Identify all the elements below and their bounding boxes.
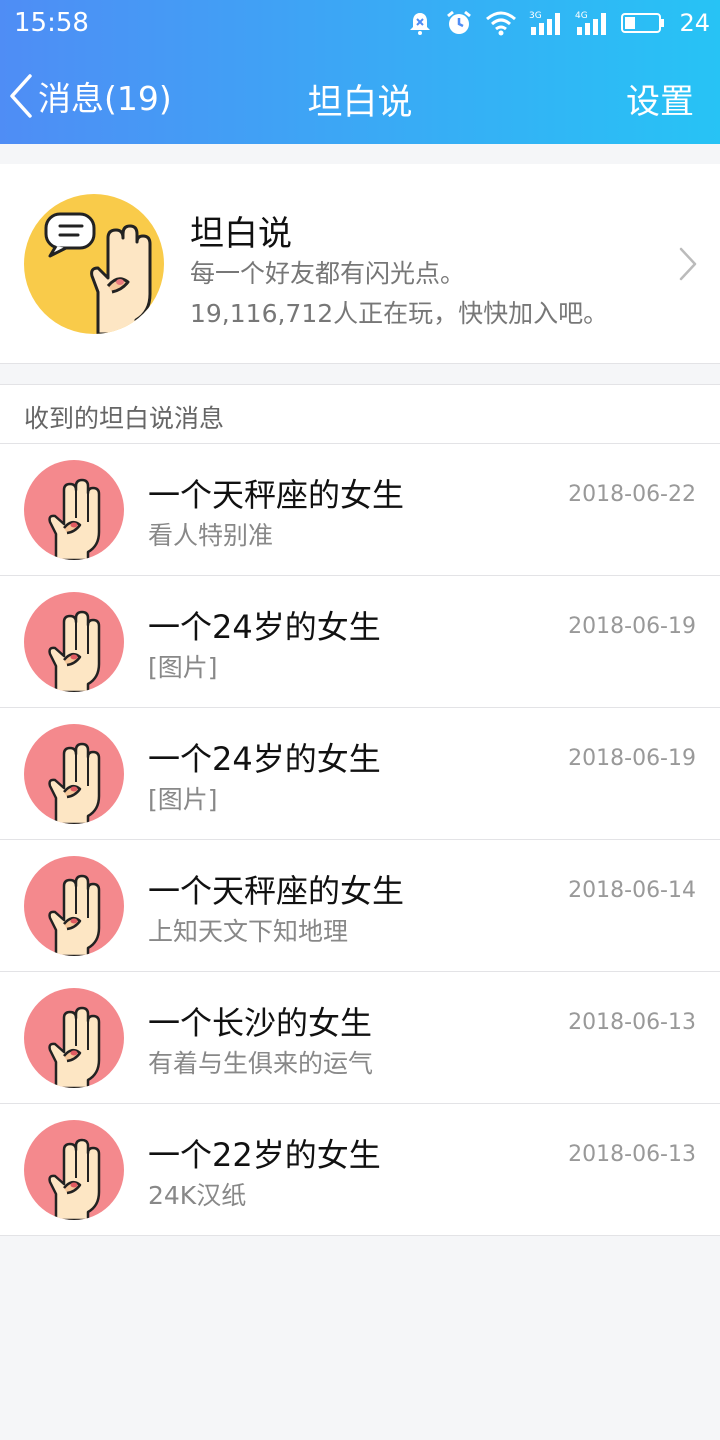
wifi-icon bbox=[486, 11, 517, 36]
chevron-right-icon bbox=[679, 247, 697, 281]
status-bar: 15:58 3G 4G 24 bbox=[0, 0, 720, 48]
message-title: 一个天秤座的女生 bbox=[148, 872, 405, 910]
message-title: 一个24岁的女生 bbox=[148, 608, 381, 646]
message-date: 2018-06-19 bbox=[568, 746, 696, 771]
status-time: 15:58 bbox=[14, 8, 89, 38]
status-icons: 3G 4G 24 bbox=[407, 6, 710, 40]
hand-gesture-icon bbox=[24, 194, 164, 334]
message-preview: 24K汉纸 bbox=[148, 1181, 247, 1210]
intro-player-count: 19,116,712人正在玩，快快加入吧。 bbox=[190, 299, 609, 328]
alarm-clock-icon bbox=[447, 10, 472, 34]
list-item[interactable]: 一个22岁的女生 24K汉纸 2018-06-13 bbox=[0, 1104, 720, 1236]
section-title: 收到的坦白说消息 bbox=[24, 404, 225, 433]
battery-icon bbox=[621, 13, 665, 33]
message-date: 2018-06-14 bbox=[568, 878, 696, 903]
hand-gesture-icon bbox=[24, 460, 124, 560]
app-header: 15:58 3G 4G 24 消息(19) 坦白说 设置 bbox=[0, 0, 720, 144]
message-rows: 一个天秤座的女生 看人特别准 2018-06-22 一个24岁的女生 [图片] 2018… bbox=[0, 444, 720, 1236]
list-item[interactable]: 一个长沙的女生有着与生俱来的运气 2018-06-13 bbox=[0, 972, 720, 1104]
message-date: 2018-06-13 bbox=[568, 1142, 696, 1167]
notification-muted-icon bbox=[410, 13, 431, 35]
hand-gesture-icon bbox=[24, 592, 124, 692]
message-title: 一个24岁的女生 bbox=[148, 740, 381, 778]
message-preview: [图片] bbox=[148, 785, 218, 814]
hand-gesture-icon bbox=[24, 856, 124, 956]
signal-4g-icon: 4G bbox=[575, 11, 607, 35]
page-title: 坦白说 bbox=[307, 83, 413, 123]
message-preview: 有着与生俱来的运气 bbox=[148, 1049, 374, 1078]
list-item[interactable]: 一个24岁的女生 [图片] 2018-06-19 bbox=[0, 708, 720, 840]
settings-button[interactable]: 设置 bbox=[626, 74, 694, 123]
hand-gesture-icon bbox=[24, 724, 124, 824]
message-preview: 上知天文下知地理 bbox=[148, 917, 349, 946]
message-date: 2018-06-13 bbox=[568, 1010, 696, 1035]
navbar: 消息(19) 坦白说 设置 bbox=[0, 52, 720, 140]
message-date: 2018-06-22 bbox=[568, 482, 696, 507]
intro-description: 每一个好友都有闪光点。 bbox=[190, 259, 466, 288]
message-date: 2018-06-19 bbox=[568, 614, 696, 639]
net2-label: 4G bbox=[575, 11, 588, 21]
list-item[interactable]: 一个天秤座的女生看人特别准 2018-06-22 bbox=[0, 444, 720, 576]
message-preview: 看人特别准 bbox=[148, 521, 274, 550]
signal-3g-icon: 3G bbox=[529, 11, 561, 35]
intro-title: 坦白说 bbox=[190, 214, 292, 254]
message-title: 一个长沙的女生 bbox=[148, 1004, 373, 1042]
message-title: 一个天秤座的女生 bbox=[148, 476, 405, 514]
message-preview: [图片] bbox=[148, 653, 218, 682]
hand-gesture-icon bbox=[24, 988, 124, 1088]
hand-gesture-icon bbox=[24, 1120, 124, 1220]
section-header: 收到的坦白说消息 bbox=[0, 384, 720, 444]
net1-label: 3G bbox=[529, 11, 542, 21]
message-list: 一个天秤座的女生 看人特别准 2018-06-22 一个24岁的女生 [图片] 2018… bbox=[0, 444, 720, 1236]
message-title: 一个22岁的女生 bbox=[148, 1136, 381, 1174]
list-item[interactable]: 一个24岁的女生 [图片] 2018-06-19 bbox=[0, 576, 720, 708]
list-item[interactable]: 一个天秤座的女生上知天文下知地理 2018-06-14 bbox=[0, 840, 720, 972]
battery-level: 24 bbox=[679, 9, 710, 37]
intro-card[interactable]: 坦白说 每一个好友都有闪光点。 19,116,712人正在玩，快快加入吧。 bbox=[0, 164, 720, 364]
